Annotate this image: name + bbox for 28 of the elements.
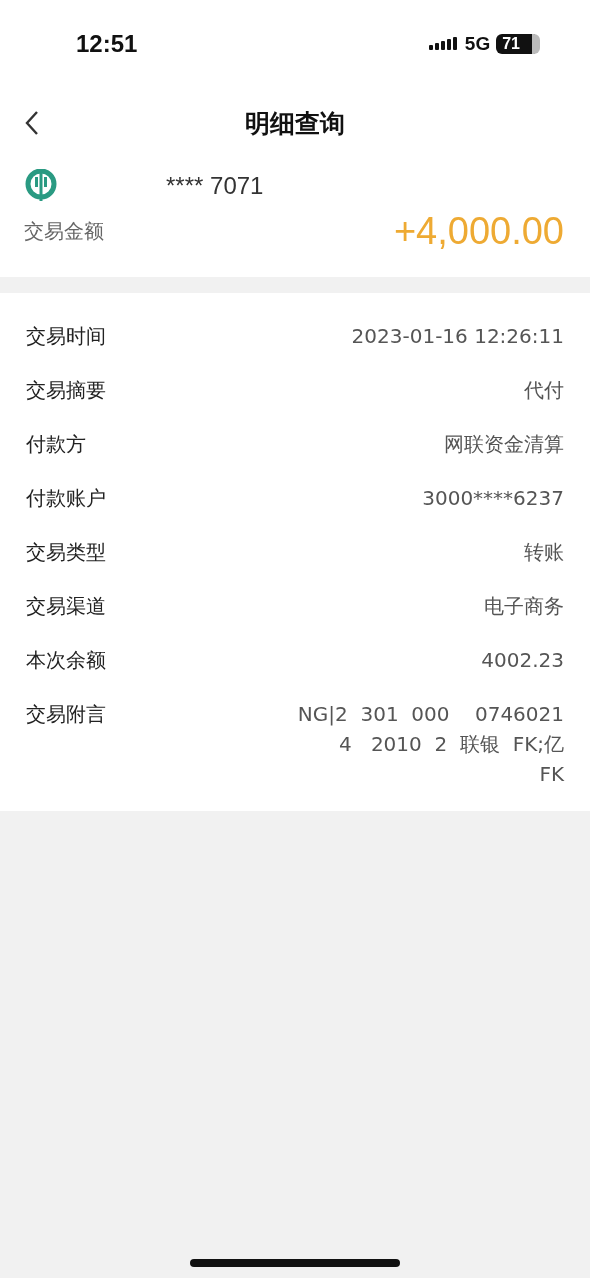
detail-label: 交易类型 bbox=[26, 539, 106, 566]
detail-label: 交易渠道 bbox=[26, 593, 106, 620]
detail-value: 转账 bbox=[524, 539, 564, 566]
detail-value: NG|2 301 000 0746021 bbox=[297, 701, 564, 728]
battery-indicator: 71 bbox=[496, 34, 540, 54]
page-title: 明细查询 bbox=[245, 107, 345, 140]
detail-label: 付款方 bbox=[26, 431, 86, 458]
detail-value: 4002.23 bbox=[481, 647, 564, 674]
detail-label: 交易摘要 bbox=[26, 377, 106, 404]
amount-label: 交易金额 bbox=[24, 218, 104, 245]
amount-value: +4,000.00 bbox=[393, 210, 564, 253]
detail-label: 本次余额 bbox=[26, 647, 106, 674]
detail-value: 4 2010 2 联银 FK;亿 bbox=[339, 731, 564, 758]
detail-value: 3000****6237 bbox=[422, 485, 564, 512]
status-time: 12:51 bbox=[76, 30, 138, 58]
detail-value: FK bbox=[539, 761, 564, 788]
detail-label: 交易附言 bbox=[26, 701, 106, 728]
bank-logo-icon bbox=[24, 169, 58, 203]
signal-icon bbox=[428, 36, 459, 52]
detail-value: 2023-01-16 12:26:11 bbox=[351, 323, 564, 350]
detail-value: 电子商务 bbox=[484, 593, 564, 620]
network-type: 5G bbox=[464, 33, 491, 55]
back-icon[interactable] bbox=[24, 110, 40, 136]
detail-label: 付款账户 bbox=[26, 485, 106, 512]
detail-label: 交易时间 bbox=[26, 323, 106, 350]
account-number: **** 7071 bbox=[166, 172, 264, 200]
detail-value: 代付 bbox=[524, 377, 564, 404]
detail-value: 网联资金清算 bbox=[444, 431, 564, 458]
